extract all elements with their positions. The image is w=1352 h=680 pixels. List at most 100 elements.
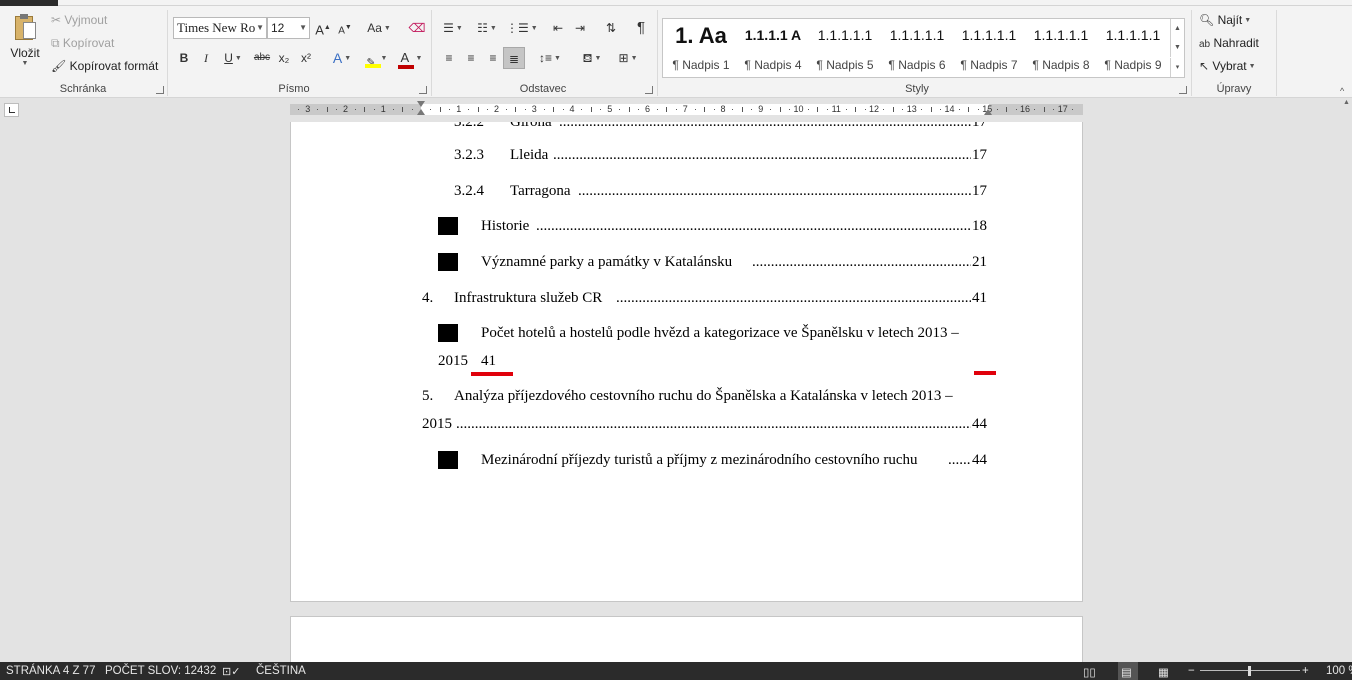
style-preview: 1.1.1.1.1 <box>1105 27 1161 43</box>
gallery-scroll-down-icon[interactable]: ▼ <box>1170 38 1184 57</box>
multilevel-list-button[interactable]: ⋮☰ ▼ <box>506 17 538 39</box>
copy-button[interactable]: ⧉ Kopírovat <box>51 36 114 50</box>
ruler-tick <box>770 109 772 110</box>
toc-leader <box>752 253 971 271</box>
zoom-out-icon[interactable]: − <box>1188 665 1195 677</box>
scroll-up-icon[interactable]: ▲ <box>1343 99 1350 109</box>
style-nadpis-6[interactable]: 1.1.1.1.1 ¶ Nadpis 6 <box>881 19 953 77</box>
justify-icon[interactable]: ≣ <box>503 47 525 69</box>
paragraph-group-label: Odstavec <box>519 83 567 95</box>
horizontal-ruler[interactable]: 3 2 1 1 2 3 4 5 6 7 8 9 10 11 12 13 14 15 16 17 <box>290 101 1083 115</box>
font-size-combo[interactable]: 12 ▼ <box>267 17 310 39</box>
ruler-number: 2 <box>493 104 499 114</box>
superscript-button[interactable]: x² <box>295 47 317 69</box>
zoom-in-icon[interactable]: + <box>1302 665 1309 677</box>
align-left-icon[interactable]: ≡ <box>438 47 460 69</box>
sort-icon[interactable]: ⇅ <box>600 17 622 39</box>
select-button[interactable]: ↖ Vybrat ▼ <box>1199 59 1256 73</box>
ruler-tick <box>789 109 791 110</box>
align-center-icon[interactable]: ≡ <box>460 47 482 69</box>
style-nadpis-7[interactable]: 1.1.1.1.1 ¶ Nadpis 7 <box>953 19 1025 77</box>
subscript-button[interactable]: x₂ <box>273 47 295 69</box>
format-painter-button[interactable]: 🖌 Kopírovat formát <box>51 59 158 73</box>
subscript-label: x₂ <box>278 51 290 65</box>
decrease-indent-icon[interactable]: ⇤ <box>547 17 569 39</box>
borders-icon: ⊞ <box>618 51 629 65</box>
change-case-button[interactable]: Aa ▼ <box>364 17 394 39</box>
style-preview: 1.1.1.1.1 <box>1033 27 1089 43</box>
toc-number: 3.2.4 <box>454 183 484 199</box>
grow-font-button[interactable]: A▲ <box>312 17 334 39</box>
clear-formatting-icon[interactable]: ⌫ <box>406 17 428 39</box>
word-count[interactable]: POČET SLOV: 12432 <box>105 665 216 677</box>
cut-button[interactable]: ✂ Vyjmout <box>51 13 107 27</box>
document-page-next[interactable] <box>290 616 1083 666</box>
underline-button[interactable]: U ▼ <box>217 47 249 69</box>
ruler-tick <box>449 109 451 110</box>
ruler-tick <box>779 107 781 112</box>
bold-button[interactable]: B <box>173 47 195 69</box>
tab-selector[interactable] <box>4 103 19 117</box>
gallery-more-icon[interactable]: ▾ <box>1170 58 1184 77</box>
style-nadpis-1[interactable]: 1. Aa ¶ Nadpis 1 <box>665 19 737 77</box>
ruler-tick <box>590 107 592 112</box>
toc-title: Tarragona <box>510 183 571 199</box>
zoom-slider-thumb[interactable] <box>1248 666 1251 676</box>
language-indicator[interactable]: ČEŠTINA <box>256 665 306 677</box>
highlight-button[interactable]: ✎ ▼ <box>360 47 392 69</box>
ruler-tick <box>487 109 489 110</box>
paragraph-launcher-icon[interactable] <box>645 86 653 94</box>
first-line-indent-marker[interactable] <box>417 101 425 107</box>
ruler-number: 9 <box>758 104 764 114</box>
replace-button[interactable]: ab Nahradit <box>1199 36 1259 50</box>
right-indent-marker[interactable] <box>984 109 992 115</box>
proofing-icon[interactable]: ⊡✓ <box>222 665 240 678</box>
paste-button[interactable]: Vložit ▼ <box>8 14 42 76</box>
gallery-scroll-up-icon[interactable]: ▲ <box>1170 19 1184 38</box>
style-nadpis-5[interactable]: 1.1.1.1.1 ¶ Nadpis 5 <box>809 19 881 77</box>
page-indicator[interactable]: STRÁNKA 4 Z 77 <box>6 665 95 677</box>
strikethrough-button[interactable]: abc <box>251 47 273 69</box>
ruler-tick <box>958 109 960 110</box>
vertical-scrollbar[interactable]: ▲ <box>1340 99 1352 662</box>
ruler-tick <box>1072 109 1074 110</box>
find-button[interactable]: 🔍︎ Najít ▼ <box>1199 13 1251 27</box>
ruler-tick <box>515 107 517 112</box>
style-nadpis-9[interactable]: 1.1.1.1.1 ¶ Nadpis 9 <box>1097 19 1169 77</box>
ruler-tick <box>600 109 602 110</box>
style-preview: 1. Aa <box>675 23 727 48</box>
list-bullet <box>438 324 458 342</box>
style-preview: 1.1.1.1 A <box>744 27 802 43</box>
toc-page: 17 <box>972 183 987 199</box>
font-name-combo[interactable]: Times New Ro ▼ <box>173 17 267 39</box>
document-page[interactable]: 3.2.2 Girona 17 3.2.3 Lleida 17 3.2.4 Ta… <box>290 122 1083 602</box>
increase-indent-icon[interactable]: ⇥ <box>569 17 591 39</box>
hanging-indent-marker[interactable] <box>417 109 425 115</box>
bullets-button[interactable]: ☰ ▼ <box>438 17 468 39</box>
text-effects-icon[interactable]: A ▼ <box>328 47 356 69</box>
clipboard-launcher-icon[interactable] <box>156 86 164 94</box>
ruler-tick <box>1006 107 1008 112</box>
web-layout-icon[interactable]: ▦ <box>1158 665 1169 679</box>
line-spacing-button[interactable]: ↕≡ ▼ <box>534 47 566 69</box>
show-formatting-button[interactable]: ¶ <box>630 17 652 39</box>
read-mode-icon[interactable]: ▯▯ <box>1083 665 1096 679</box>
paste-label: Vložit <box>10 46 40 60</box>
zoom-level[interactable]: 100 % <box>1326 665 1352 677</box>
ruler-tick <box>968 107 970 112</box>
borders-button[interactable]: ⊞ ▼ <box>612 47 644 69</box>
styles-launcher-icon[interactable] <box>1179 86 1187 94</box>
align-right-icon[interactable]: ≡ <box>482 47 504 69</box>
italic-label: I <box>204 51 208 65</box>
italic-button[interactable]: I <box>195 47 217 69</box>
shading-button[interactable]: ⛾ ▼ <box>576 47 608 69</box>
style-preview: 1.1.1.1.1 <box>961 27 1017 43</box>
collapse-ribbon-icon[interactable]: ^ <box>1340 86 1344 96</box>
style-nadpis-4[interactable]: 1.1.1.1 A ¶ Nadpis 4 <box>737 19 809 77</box>
font-color-button[interactable]: A ▼ <box>394 47 426 69</box>
font-launcher-icon[interactable] <box>419 86 427 94</box>
style-nadpis-8[interactable]: 1.1.1.1.1 ¶ Nadpis 8 <box>1025 19 1097 77</box>
style-name: ¶ Nadpis 9 <box>1104 58 1162 72</box>
numbering-button[interactable]: ☷ ▼ <box>472 17 502 39</box>
shrink-font-button[interactable]: A▼ <box>334 17 356 39</box>
